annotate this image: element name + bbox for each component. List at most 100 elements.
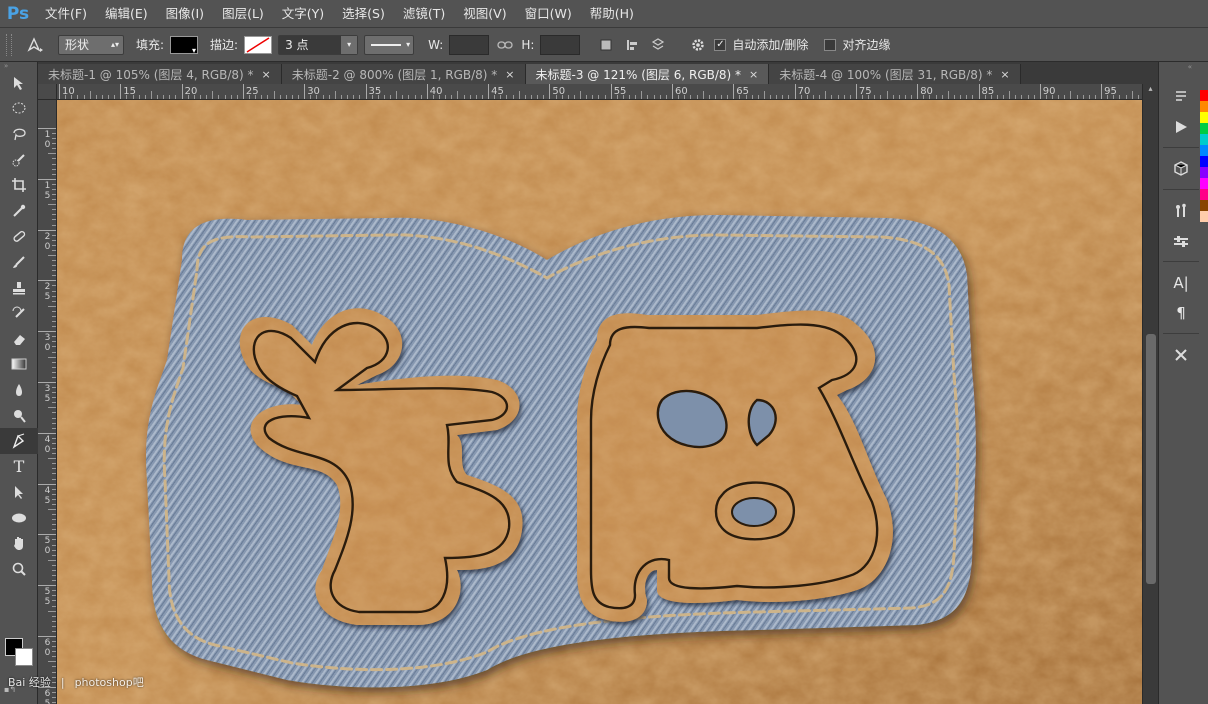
character-panel-icon[interactable]: A| [1163,268,1199,298]
panel-icons: A| ¶ [1163,82,1199,370]
expand-panels-icon[interactable]: « [1159,62,1208,72]
color-swatch[interactable] [1200,123,1208,134]
crop-tool-icon[interactable] [0,172,38,198]
marquee-tool-icon[interactable] [0,96,38,122]
document-canvas[interactable] [57,100,1142,704]
zoom-tool-icon[interactable] [0,556,38,582]
height-label: H: [521,37,535,52]
ruler-origin[interactable] [38,84,57,100]
stroke-line-icon [371,43,402,46]
checkmark-icon: ✓ [716,39,725,50]
gradient-tool-icon[interactable] [0,352,38,378]
healing-brush-tool-icon[interactable] [0,224,38,250]
hand-tool-icon[interactable] [0,531,38,557]
color-swatch[interactable] [1200,90,1208,101]
close-icon[interactable]: × [262,68,271,81]
color-swatch[interactable] [1200,211,1208,222]
close-icon[interactable]: × [505,68,514,81]
vertical-scrollbar[interactable]: ▴ [1142,84,1158,704]
menu-item[interactable]: 编辑(E) [96,0,157,28]
quick-selection-tool-icon[interactable] [0,147,38,173]
tools-panel-icon[interactable] [1163,340,1199,370]
color-picker[interactable] [5,638,35,668]
tab-label: 未标题-1 @ 105% (图层 4, RGB/8) * [48,67,254,82]
color-swatch[interactable] [1200,112,1208,123]
document-tab[interactable]: 未标题-1 @ 105% (图层 4, RGB/8) * × [38,64,282,84]
tool-presets-icon[interactable] [1163,226,1199,256]
collapse-arrows-icon[interactable]: » [0,62,37,70]
photoshop-logo: Ps [6,3,30,24]
background-color-swatch[interactable] [15,648,33,666]
color-swatch[interactable] [1200,189,1208,200]
options-grip[interactable] [6,33,12,56]
tool-mode-value: 形状 [65,38,90,52]
menu-item[interactable]: 窗口(W) [516,0,581,28]
ruler-tick-label: 4 0 [44,434,51,455]
color-swatch[interactable] [1200,178,1208,189]
eraser-tool-icon[interactable] [0,326,38,352]
path-alignment-icon[interactable] [622,35,642,55]
ellipse-tool-icon[interactable] [0,505,38,531]
history-panel-icon[interactable] [1163,82,1199,112]
ruler-tick-label: 1 5 [44,180,51,201]
stroke-size-select[interactable]: 3 点 ▾ [278,34,359,55]
path-arrangement-icon[interactable] [648,35,668,55]
close-icon[interactable]: × [749,68,758,81]
scroll-up-icon[interactable]: ▴ [1143,84,1158,93]
blur-tool-icon[interactable] [0,377,38,403]
menu-item[interactable]: 选择(S) [333,0,394,28]
move-tool-icon[interactable] [0,70,38,96]
menu-item[interactable]: 视图(V) [454,0,515,28]
watermark-divider: | [60,675,65,689]
menu-bar: Ps 文件(F) 编辑(E) 图像(I) 图层(L) 文字(Y) 选择(S) 滤镜(T) 视图… [0,0,1208,28]
tool-mode-select[interactable]: 形状 ▴▾ [58,34,124,55]
color-swatch[interactable] [1200,200,1208,211]
brush-tool-icon[interactable] [0,249,38,275]
path-operations-icon[interactable] [596,35,616,55]
path-selection-tool-icon[interactable] [0,480,38,506]
color-swatch[interactable] [1200,134,1208,145]
color-swatch[interactable] [1200,145,1208,156]
align-edges-label: 对齐边缘 [842,38,891,52]
align-edges-checkbox[interactable] [824,38,837,51]
scrollbar-thumb[interactable] [1146,334,1156,584]
height-field[interactable] [540,34,581,55]
paragraph-panel-icon[interactable]: ¶ [1163,298,1199,328]
color-swatch-strip[interactable] [1200,90,1208,222]
pen-tool-icon[interactable] [0,428,38,454]
ruler-tick-label: 50 [552,86,566,97]
3d-panel-icon[interactable] [1163,154,1199,184]
document-tab[interactable]: 未标题-3 @ 121% (图层 6, RGB/8) * × [525,64,770,84]
document-tab[interactable]: 未标题-2 @ 800% (图层 1, RGB/8) * × [281,64,526,84]
color-swatch[interactable] [1200,167,1208,178]
color-swatch[interactable] [1200,156,1208,167]
brush-presets-icon[interactable] [1163,196,1199,226]
menu-item[interactable]: 文件(F) [36,0,96,28]
width-field[interactable] [449,34,490,55]
close-icon[interactable]: × [1000,68,1009,81]
clone-stamp-tool-icon[interactable] [0,275,38,301]
menu-item[interactable]: 图像(I) [157,0,213,28]
fill-swatch[interactable]: ▾ [170,35,199,55]
color-swatch[interactable] [1200,101,1208,112]
menu-item[interactable]: 帮助(H) [581,0,643,28]
actions-play-icon[interactable] [1163,112,1199,142]
menu-item[interactable]: 滤镜(T) [394,0,454,28]
vertical-ruler[interactable]: 1 0 1 5 2 0 2 5 3 0 3 5 4 0 4 5 5 0 5 5 6 0 6 5 [38,100,57,704]
ruler-tick-label: 15 [123,86,137,97]
menu-item[interactable]: 图层(L) [213,0,273,28]
link-icon[interactable] [495,35,515,55]
type-tool-icon[interactable]: T [0,454,38,480]
pen-tool-icon[interactable] [18,35,52,55]
history-brush-tool-icon[interactable] [0,300,38,326]
menu-item[interactable]: 文字(Y) [273,0,333,28]
eyedropper-tool-icon[interactable] [0,198,38,224]
document-tab[interactable]: 未标题-4 @ 100% (图层 31, RGB/8) * × [769,64,1021,84]
gear-icon[interactable] [688,35,708,55]
horizontal-ruler[interactable]: 10 15 20 25 30 35 40 45 50 55 60 65 70 75 80 85 90 95 [57,84,1147,100]
stroke-swatch[interactable] [244,35,273,54]
stroke-type-select[interactable]: ▾ [364,34,415,55]
lasso-tool-icon[interactable] [0,121,38,147]
dodge-tool-icon[interactable] [0,403,38,429]
auto-add-delete-checkbox[interactable]: ✓ [714,38,727,51]
